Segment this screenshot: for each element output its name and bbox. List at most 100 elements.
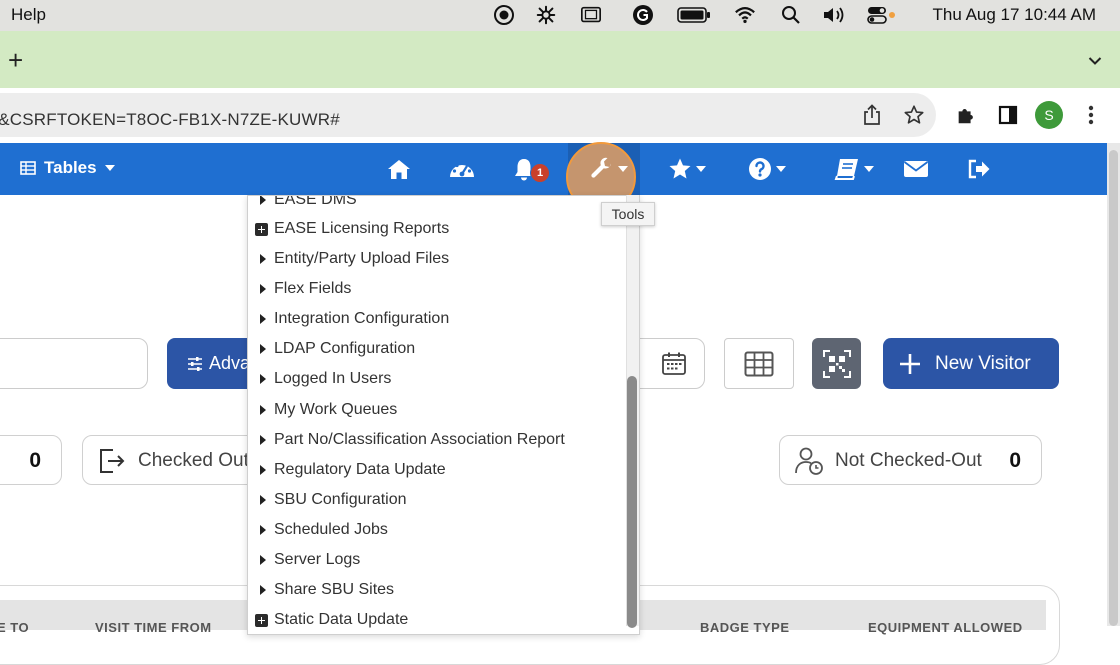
grammarly-icon[interactable] xyxy=(632,5,654,25)
table-icon xyxy=(20,161,36,175)
tables-menu[interactable]: Tables xyxy=(20,158,115,178)
control-center-icon[interactable] xyxy=(866,5,896,25)
tools-dropdown-menu: EASE DMS EASE Licensing Reports Entity/P… xyxy=(247,195,640,635)
user-clock-icon xyxy=(794,446,824,481)
caret-right-icon xyxy=(260,254,266,264)
book-icon[interactable] xyxy=(834,155,874,183)
plus-icon xyxy=(900,353,920,374)
sliders-icon xyxy=(188,356,202,371)
caret-down-icon xyxy=(864,166,874,172)
share-icon[interactable] xyxy=(861,103,883,127)
wifi-icon[interactable] xyxy=(734,5,756,25)
menu-item[interactable]: Scheduled Jobs xyxy=(248,515,628,545)
volume-icon[interactable] xyxy=(822,5,850,25)
new-tab-button[interactable]: + xyxy=(8,47,23,73)
qr-scan-button[interactable] xyxy=(812,338,861,389)
menu-item[interactable]: EASE DMS xyxy=(248,196,628,215)
page-scrollbar-thumb[interactable] xyxy=(1109,150,1118,626)
caret-right-icon xyxy=(260,196,266,205)
record-icon[interactable] xyxy=(493,5,515,25)
menu-item[interactable]: Integration Configuration xyxy=(248,304,628,334)
side-panel-icon[interactable] xyxy=(996,103,1020,127)
help-icon[interactable] xyxy=(748,155,786,183)
caret-right-icon xyxy=(260,555,266,565)
display-icon[interactable] xyxy=(580,5,602,25)
bluetooth-icon[interactable] xyxy=(535,5,557,25)
help-menu[interactable]: Help xyxy=(11,5,46,25)
dashboard-icon[interactable] xyxy=(449,155,475,183)
caret-right-icon xyxy=(260,344,266,354)
star-icon[interactable] xyxy=(668,155,706,183)
calendar-icon[interactable] xyxy=(661,351,687,382)
caret-right-icon xyxy=(260,314,266,324)
stat-card-checked-out[interactable]: Checked Out xyxy=(82,435,262,485)
stat-count: 0 xyxy=(29,449,41,472)
caret-right-icon xyxy=(260,374,266,384)
stat-card-not-checked-out[interactable]: Not Checked-Out 0 xyxy=(779,435,1042,485)
caret-right-icon xyxy=(260,495,266,505)
logout-icon[interactable] xyxy=(967,155,991,183)
caret-right-icon xyxy=(260,465,266,475)
column-header[interactable]: E TO xyxy=(0,620,29,635)
menu-item[interactable]: SBU Configuration xyxy=(248,485,628,515)
menu-item[interactable]: Regulatory Data Update xyxy=(248,455,628,485)
caret-right-icon xyxy=(260,585,266,595)
caret-down-icon xyxy=(104,165,115,171)
dropdown-scrollbar-thumb[interactable] xyxy=(627,376,637,628)
menu-item[interactable]: LDAP Configuration xyxy=(248,334,628,364)
menu-item[interactable]: Entity/Party Upload Files xyxy=(248,244,628,274)
grid-icon xyxy=(744,351,774,376)
macos-menu-bar: Help Thu Aug 17 10:44 AM xyxy=(0,0,1120,31)
new-visitor-button[interactable]: New Visitor xyxy=(883,338,1059,389)
expand-plus-icon xyxy=(255,613,268,627)
menu-item[interactable]: My Work Queues xyxy=(248,395,628,425)
url-text[interactable]: l_I_&CSRFTOKEN=T8OC-FB1X-N7ZE-KUWR# xyxy=(0,110,340,130)
search-icon[interactable] xyxy=(780,5,802,25)
clock[interactable]: Thu Aug 17 10:44 AM xyxy=(932,5,1096,25)
browser-menu-icon[interactable] xyxy=(1083,103,1099,127)
column-header[interactable]: BADGE TYPE xyxy=(700,620,790,635)
not-checked-out-count: 0 xyxy=(1009,449,1021,472)
caret-right-icon xyxy=(260,435,266,445)
browser-tab-strip: + xyxy=(0,31,1120,88)
home-icon[interactable] xyxy=(387,155,411,183)
grid-view-button[interactable] xyxy=(724,338,794,389)
extensions-puzzle-icon[interactable] xyxy=(954,103,978,127)
checkout-icon xyxy=(97,446,127,481)
expand-plus-icon xyxy=(255,222,268,236)
battery-icon[interactable] xyxy=(677,5,711,25)
menu-item[interactable]: Part No/Classification Association Repor… xyxy=(248,425,628,455)
column-header[interactable]: VISIT TIME FROM xyxy=(95,620,212,635)
not-checked-out-label: Not Checked-Out xyxy=(835,450,982,471)
menu-item[interactable]: Share SBU Sites xyxy=(248,575,628,605)
search-field[interactable] xyxy=(0,338,148,389)
tables-label: Tables xyxy=(44,158,97,177)
advanced-search-label: Adva xyxy=(209,353,251,373)
tools-tooltip: Tools xyxy=(601,202,655,226)
stat-card-count[interactable]: 0 xyxy=(0,435,62,485)
menu-item[interactable]: Server Logs xyxy=(248,545,628,575)
checked-out-label: Checked Out xyxy=(138,450,249,471)
column-header[interactable]: EQUIPMENT ALLOWED xyxy=(868,620,1023,635)
caret-down-icon xyxy=(618,166,628,172)
menu-item[interactable]: Logged In Users xyxy=(248,364,628,394)
advanced-search-button[interactable]: Adva xyxy=(167,338,257,389)
profile-avatar[interactable]: S xyxy=(1035,101,1063,129)
bookmark-star-icon[interactable] xyxy=(902,103,926,127)
notification-count-badge: 1 xyxy=(530,163,550,183)
mail-icon[interactable] xyxy=(903,155,929,183)
menu-item[interactable]: Static Data Update xyxy=(248,605,628,634)
new-visitor-label: New Visitor xyxy=(935,352,1031,374)
app-nav-bar: Tables xyxy=(0,143,1107,195)
caret-right-icon xyxy=(260,405,266,415)
menu-item[interactable]: Flex Fields xyxy=(248,274,628,304)
address-bar[interactable]: l_I_&CSRFTOKEN=T8OC-FB1X-N7ZE-KUWR# xyxy=(0,93,936,137)
menu-item[interactable]: EASE Licensing Reports xyxy=(248,214,628,244)
tab-search-chevron-icon[interactable] xyxy=(1088,53,1102,71)
wrench-icon[interactable] xyxy=(590,155,628,183)
browser-toolbar: l_I_&CSRFTOKEN=T8OC-FB1X-N7ZE-KUWR# xyxy=(0,88,1120,143)
caret-down-icon xyxy=(776,166,786,172)
caret-down-icon xyxy=(696,166,706,172)
caret-right-icon xyxy=(260,525,266,535)
caret-right-icon xyxy=(260,284,266,294)
